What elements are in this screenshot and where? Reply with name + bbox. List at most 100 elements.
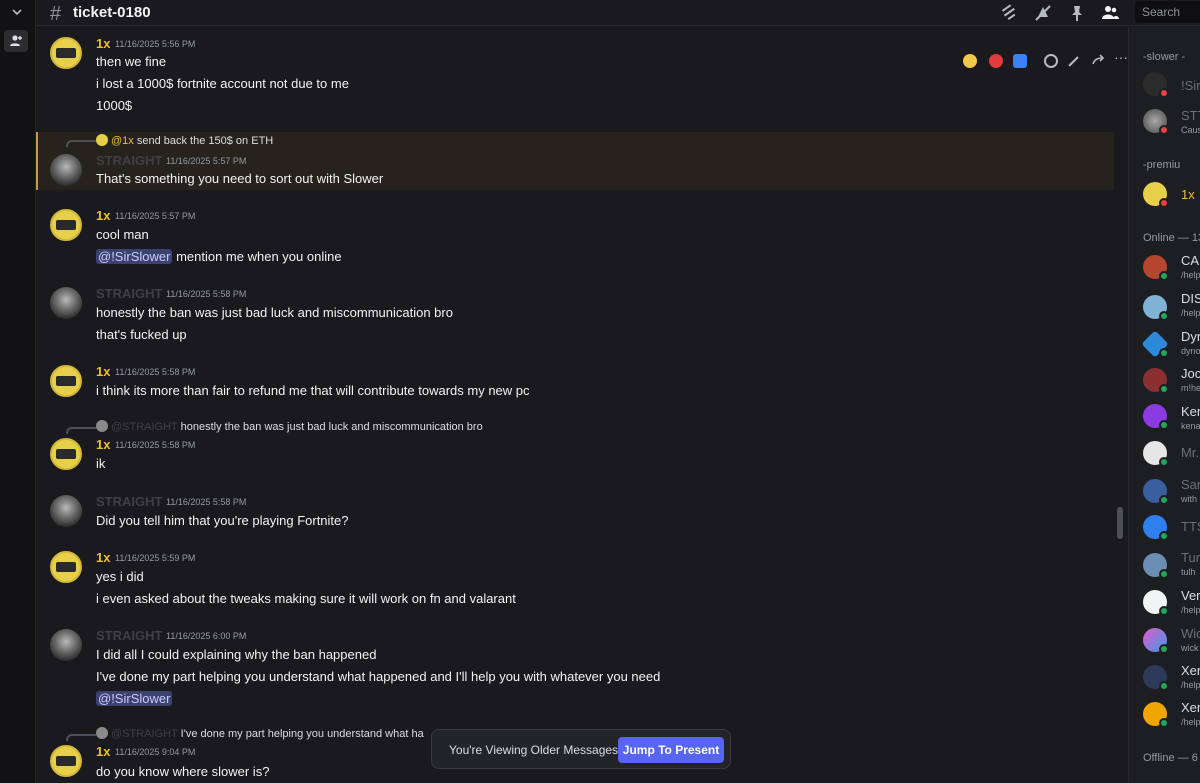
jump-to-present-button[interactable]: Jump To Present: [618, 737, 724, 763]
avatar[interactable]: [50, 551, 82, 583]
message-text: That's something you need to sort out wi…: [96, 171, 384, 186]
member-status-text: wick: [1181, 643, 1199, 653]
member-status-text: m!he: [1181, 383, 1200, 393]
member-name[interactable]: Wic: [1181, 626, 1200, 641]
member-name[interactable]: Joc: [1181, 366, 1200, 381]
member-list-icon[interactable]: [1100, 3, 1120, 23]
channel-name: ticket-0180: [73, 4, 151, 21]
timestamp: 11/16/2025 5:58 PM: [115, 440, 196, 450]
timestamp: 11/16/2025 5:56 PM: [115, 39, 196, 49]
user-mention[interactable]: @!SirSlower: [96, 691, 173, 706]
avatar[interactable]: [50, 495, 82, 527]
member-name[interactable]: !Sir: [1181, 78, 1200, 93]
reply-preview[interactable]: @1x send back the 150$ on ETH: [96, 134, 273, 147]
member-status-text: kena: [1181, 421, 1200, 431]
message-item: 1x 11/16/2025 5:58 PM i think its more t…: [36, 355, 1114, 405]
avatar[interactable]: [50, 209, 82, 241]
timestamp: 11/16/2025 5:59 PM: [115, 553, 196, 563]
timestamp: 11/16/2025 5:58 PM: [166, 289, 247, 299]
message-item: STRAIGHT 11/16/2025 5:58 PM honestly the…: [36, 277, 1114, 347]
online-status-icon: [1159, 681, 1169, 691]
member-name[interactable]: Xer: [1181, 700, 1200, 715]
mute-bell-icon[interactable]: [1033, 3, 1053, 23]
member-name[interactable]: DIS: [1181, 291, 1200, 306]
message-item: STRAIGHT 11/16/2025 5:58 PM Did you tell…: [36, 485, 1114, 535]
message-item: @STRAIGHT honestly the ban was just bad …: [36, 417, 1114, 477]
message-text: @!SirSlower mention me when you online: [96, 249, 342, 264]
author-name[interactable]: 1x: [96, 437, 110, 452]
author-name[interactable]: 1x: [96, 364, 110, 379]
avatar[interactable]: [50, 745, 82, 777]
member-name[interactable]: STT: [1181, 108, 1200, 123]
member-name[interactable]: Xer: [1181, 663, 1200, 678]
avatar[interactable]: [50, 629, 82, 661]
avatar[interactable]: [50, 154, 82, 186]
member-status-text: /help: [1181, 680, 1200, 690]
online-status-icon: [1159, 495, 1169, 505]
member-name[interactable]: TTS: [1181, 519, 1200, 534]
online-status-icon: [1159, 531, 1169, 541]
message-text: then we fine: [96, 54, 167, 69]
add-reaction-icon[interactable]: [1044, 54, 1058, 68]
member-name[interactable]: Ken: [1181, 404, 1200, 419]
timestamp: 11/16/2025 5:57 PM: [115, 211, 196, 221]
left-rail: [0, 0, 36, 783]
info-reaction-icon[interactable]: [1013, 54, 1027, 68]
dnd-status-icon: [1159, 125, 1169, 135]
author-name[interactable]: 1x: [96, 208, 110, 223]
online-status-icon: [1159, 644, 1169, 654]
author-name[interactable]: STRAIGHT: [96, 286, 162, 301]
timestamp: 11/16/2025 5:58 PM: [166, 497, 247, 507]
author-name[interactable]: 1x: [96, 744, 110, 759]
more-options-icon[interactable]: ···: [1114, 49, 1128, 65]
author-name[interactable]: STRAIGHT: [96, 153, 162, 168]
timestamp: 11/16/2025 5:57 PM: [166, 156, 247, 166]
message-text: honestly the ban was just bad luck and m…: [96, 305, 453, 320]
online-status-icon: [1159, 311, 1169, 321]
message-item: 1x 11/16/2025 5:59 PM yes i did i even a…: [36, 541, 1114, 611]
avatar[interactable]: [50, 37, 82, 69]
author-name[interactable]: 1x: [96, 550, 110, 565]
member-name[interactable]: CAI: [1181, 253, 1200, 268]
message-text: i even asked about the tweaks making sur…: [96, 591, 516, 606]
online-status-icon: [1159, 718, 1169, 728]
add-user-icon[interactable]: [4, 30, 28, 52]
avatar[interactable]: [50, 438, 82, 470]
avatar[interactable]: [50, 365, 82, 397]
author-name[interactable]: STRAIGHT: [96, 494, 162, 509]
member-name[interactable]: Ver: [1181, 588, 1200, 603]
author-name[interactable]: STRAIGHT: [96, 628, 162, 643]
user-mention[interactable]: @!SirSlower: [96, 249, 173, 264]
member-status-text: dyno: [1181, 346, 1200, 356]
member-status-text: Caus: [1181, 125, 1200, 135]
member-name[interactable]: Sar: [1181, 477, 1200, 492]
member-name[interactable]: Mr.: [1181, 445, 1199, 460]
role-group-header: -slower -: [1143, 51, 1186, 63]
member-status-text: /help: [1181, 717, 1200, 727]
reply-icon[interactable]: [1091, 54, 1105, 68]
member-name[interactable]: Dyn: [1181, 329, 1200, 344]
message-item: 1x 11/16/2025 5:56 PM then we fine i los…: [36, 27, 1114, 122]
chevron-down-icon[interactable]: [9, 4, 25, 20]
member-name[interactable]: 1x: [1181, 187, 1195, 202]
timestamp: 11/16/2025 5:58 PM: [115, 367, 196, 377]
search-input[interactable]: Search: [1135, 1, 1200, 23]
member-name[interactable]: Tur: [1181, 550, 1200, 565]
online-status-icon: [1159, 569, 1169, 579]
message-text: that's fucked up: [96, 327, 187, 342]
reply-preview[interactable]: @STRAIGHT honestly the ban was just bad …: [96, 420, 483, 433]
timestamp: 11/16/2025 9:04 PM: [115, 747, 196, 757]
message-text: @!SirSlower: [96, 691, 173, 706]
member-status-text: /help: [1181, 308, 1200, 318]
channel-header: # ticket-0180 Search: [36, 0, 1200, 26]
pin-icon[interactable]: [1067, 3, 1087, 23]
emoji-reaction-icon[interactable]: [963, 54, 977, 68]
edit-icon[interactable]: [1067, 54, 1081, 68]
dnd-status-icon: [1159, 198, 1169, 208]
avatar[interactable]: [50, 287, 82, 319]
heart-reaction-icon[interactable]: [989, 54, 1003, 68]
author-name[interactable]: 1x: [96, 36, 110, 51]
scrollbar-thumb[interactable]: [1117, 507, 1123, 539]
threads-icon[interactable]: [1000, 3, 1020, 23]
reply-preview[interactable]: @STRAIGHT I've done my part helping you …: [96, 727, 424, 740]
